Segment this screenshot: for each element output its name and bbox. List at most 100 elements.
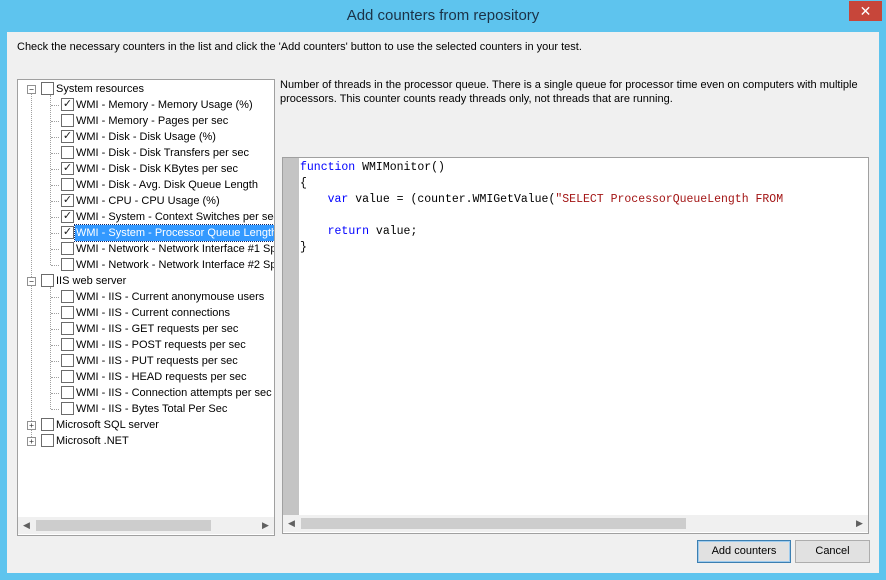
counter-checkbox[interactable] bbox=[61, 386, 74, 399]
tree-item[interactable]: WMI - Disk - Disk Transfers per sec bbox=[61, 145, 274, 161]
counter-label: WMI - Disk - Disk KBytes per sec bbox=[76, 163, 238, 175]
counter-checkbox[interactable] bbox=[61, 338, 74, 351]
tree-item[interactable]: WMI - IIS - HEAD requests per sec bbox=[61, 369, 274, 385]
group-checkbox[interactable] bbox=[41, 418, 54, 431]
tree-connector bbox=[51, 329, 59, 330]
tree-connector bbox=[51, 137, 59, 138]
counter-label: WMI - System - Context Switches per sec bbox=[76, 211, 275, 223]
counter-tree[interactable]: − System resources ✓ WMI - Memory - Memory … bbox=[17, 79, 275, 536]
counter-label: WMI - IIS - Current connections bbox=[76, 307, 231, 319]
scroll-left-icon[interactable]: ◀ bbox=[18, 517, 35, 534]
counter-label: WMI - IIS - GET requests per sec bbox=[76, 323, 239, 335]
collapse-icon[interactable]: − bbox=[27, 277, 36, 286]
tree-horizontal-scrollbar[interactable]: ◀ ▶ bbox=[18, 517, 274, 534]
counter-label: WMI - Disk - Disk Usage (%) bbox=[76, 131, 216, 143]
scroll-right-icon[interactable]: ▶ bbox=[851, 515, 868, 532]
code-token: WMIMonitor() bbox=[355, 161, 445, 174]
counter-checkbox[interactable]: ✓ bbox=[61, 162, 74, 175]
counter-checkbox[interactable]: ✓ bbox=[61, 130, 74, 143]
counter-checkbox[interactable] bbox=[61, 402, 74, 415]
tree-group[interactable]: + Microsoft SQL server bbox=[27, 417, 272, 433]
counter-label: WMI - Memory - Memory Usage (%) bbox=[76, 99, 253, 111]
add-counters-button[interactable]: Add counters bbox=[697, 540, 791, 563]
code-editor[interactable]: function WMIMonitor() { var value = (cou… bbox=[282, 157, 869, 534]
tree-item[interactable]: ✓ WMI - System - Processor Queue Length bbox=[61, 224, 274, 242]
collapse-icon[interactable]: − bbox=[27, 85, 36, 94]
tree-group-label: System resources bbox=[56, 83, 145, 95]
title-bar[interactable]: Add counters from repository ✕ bbox=[0, 0, 886, 32]
counter-label: WMI - IIS - Current anonymouse users bbox=[76, 291, 265, 303]
counter-label: WMI - Network - Network Interface #1 Sp bbox=[76, 243, 275, 255]
counter-checkbox[interactable] bbox=[61, 322, 74, 335]
code-text[interactable]: function WMIMonitor() { var value = (cou… bbox=[300, 160, 783, 256]
tree-item[interactable]: WMI - IIS - Bytes Total Per Sec bbox=[61, 401, 274, 417]
tree-item[interactable]: WMI - IIS - Connection attempts per sec bbox=[61, 385, 274, 401]
counter-checkbox[interactable] bbox=[61, 178, 74, 191]
tree-connector bbox=[51, 313, 59, 314]
counter-checkbox[interactable] bbox=[61, 306, 74, 319]
counter-label: WMI - IIS - POST requests per sec bbox=[76, 339, 246, 351]
tree-group[interactable]: − System resources bbox=[27, 81, 272, 97]
group-checkbox[interactable] bbox=[41, 434, 54, 447]
counter-checkbox[interactable] bbox=[61, 242, 74, 255]
expand-icon[interactable]: + bbox=[27, 437, 36, 446]
group-checkbox[interactable] bbox=[41, 274, 54, 287]
tree-connector bbox=[51, 249, 59, 250]
counter-checkbox[interactable] bbox=[61, 146, 74, 159]
tree-item[interactable]: ✓ WMI - Disk - Disk KBytes per sec bbox=[61, 161, 274, 177]
expand-icon[interactable]: + bbox=[27, 421, 36, 430]
tree-item[interactable]: WMI - Memory - Pages per sec bbox=[61, 113, 274, 129]
tree-connector bbox=[50, 287, 51, 409]
counter-checkbox[interactable] bbox=[61, 114, 74, 127]
scroll-left-icon[interactable]: ◀ bbox=[283, 515, 300, 532]
tree-item[interactable]: ✓ WMI - CPU - CPU Usage (%) bbox=[61, 193, 274, 209]
tree-group-label: Microsoft .NET bbox=[56, 435, 129, 447]
tree-item[interactable]: WMI - Network - Network Interface #1 Sp bbox=[61, 241, 275, 257]
code-string: "SELECT ProcessorQueueLength FROM bbox=[555, 193, 784, 206]
scroll-right-icon[interactable]: ▶ bbox=[257, 517, 274, 534]
dialog-body: Check the necessary counters in the list… bbox=[7, 32, 879, 573]
tree-connector bbox=[51, 217, 59, 218]
dialog-window: Add counters from repository ✕ Check the… bbox=[0, 0, 886, 580]
editor-horizontal-scrollbar[interactable]: ◀ ▶ bbox=[283, 515, 868, 532]
counter-checkbox[interactable] bbox=[61, 290, 74, 303]
group-checkbox[interactable] bbox=[41, 82, 54, 95]
tree-group[interactable]: − IIS web server bbox=[27, 273, 272, 289]
tree-item[interactable]: WMI - IIS - Current connections bbox=[61, 305, 274, 321]
tree-item[interactable]: WMI - IIS - PUT requests per sec bbox=[61, 353, 274, 369]
window-title: Add counters from repository bbox=[346, 7, 540, 24]
tree-connector bbox=[51, 105, 59, 106]
tree-item[interactable]: ✓ WMI - Disk - Disk Usage (%) bbox=[61, 129, 274, 145]
tree-item[interactable]: WMI - IIS - POST requests per sec bbox=[61, 337, 274, 353]
tree-item[interactable]: ✓ WMI - System - Context Switches per sec bbox=[61, 209, 275, 225]
counter-checkbox[interactable] bbox=[61, 258, 74, 271]
counter-label: WMI - IIS - PUT requests per sec bbox=[76, 355, 238, 367]
counter-label: WMI - IIS - HEAD requests per sec bbox=[76, 371, 247, 383]
close-button[interactable]: ✕ bbox=[849, 1, 882, 21]
counter-checkbox[interactable]: ✓ bbox=[61, 210, 74, 223]
close-icon: ✕ bbox=[859, 3, 872, 19]
counter-checkbox[interactable] bbox=[61, 354, 74, 367]
cancel-button[interactable]: Cancel bbox=[795, 540, 870, 563]
scroll-thumb[interactable] bbox=[36, 520, 211, 531]
tree-item[interactable]: ✓ WMI - Memory - Memory Usage (%) bbox=[61, 97, 274, 113]
tree-item[interactable]: WMI - Network - Network Interface #2 Sp bbox=[61, 257, 274, 273]
counter-label: WMI - Memory - Pages per sec bbox=[76, 115, 229, 127]
counter-checkbox[interactable] bbox=[61, 370, 74, 383]
counter-checkbox[interactable]: ✓ bbox=[61, 194, 74, 207]
editor-gutter bbox=[283, 158, 299, 515]
scroll-thumb[interactable] bbox=[301, 518, 686, 529]
counter-label: WMI - Disk - Avg. Disk Queue Length bbox=[76, 179, 258, 191]
tree-item[interactable]: WMI - IIS - GET requests per sec bbox=[61, 321, 274, 337]
counter-label: WMI - CPU - CPU Usage (%) bbox=[76, 195, 220, 207]
counter-checkbox[interactable]: ✓ bbox=[61, 98, 74, 111]
tree-item[interactable]: WMI - Disk - Avg. Disk Queue Length bbox=[61, 177, 274, 193]
counter-checkbox[interactable]: ✓ bbox=[61, 226, 74, 239]
tree-connector bbox=[51, 377, 59, 378]
tree-connector bbox=[51, 409, 59, 410]
tree-item[interactable]: WMI - IIS - Current anonymouse users bbox=[61, 289, 274, 305]
counter-label: WMI - IIS - Connection attempts per sec bbox=[76, 387, 272, 399]
tree-group[interactable]: + Microsoft .NET bbox=[27, 433, 272, 449]
instruction-text: Check the necessary counters in the list… bbox=[17, 41, 582, 53]
